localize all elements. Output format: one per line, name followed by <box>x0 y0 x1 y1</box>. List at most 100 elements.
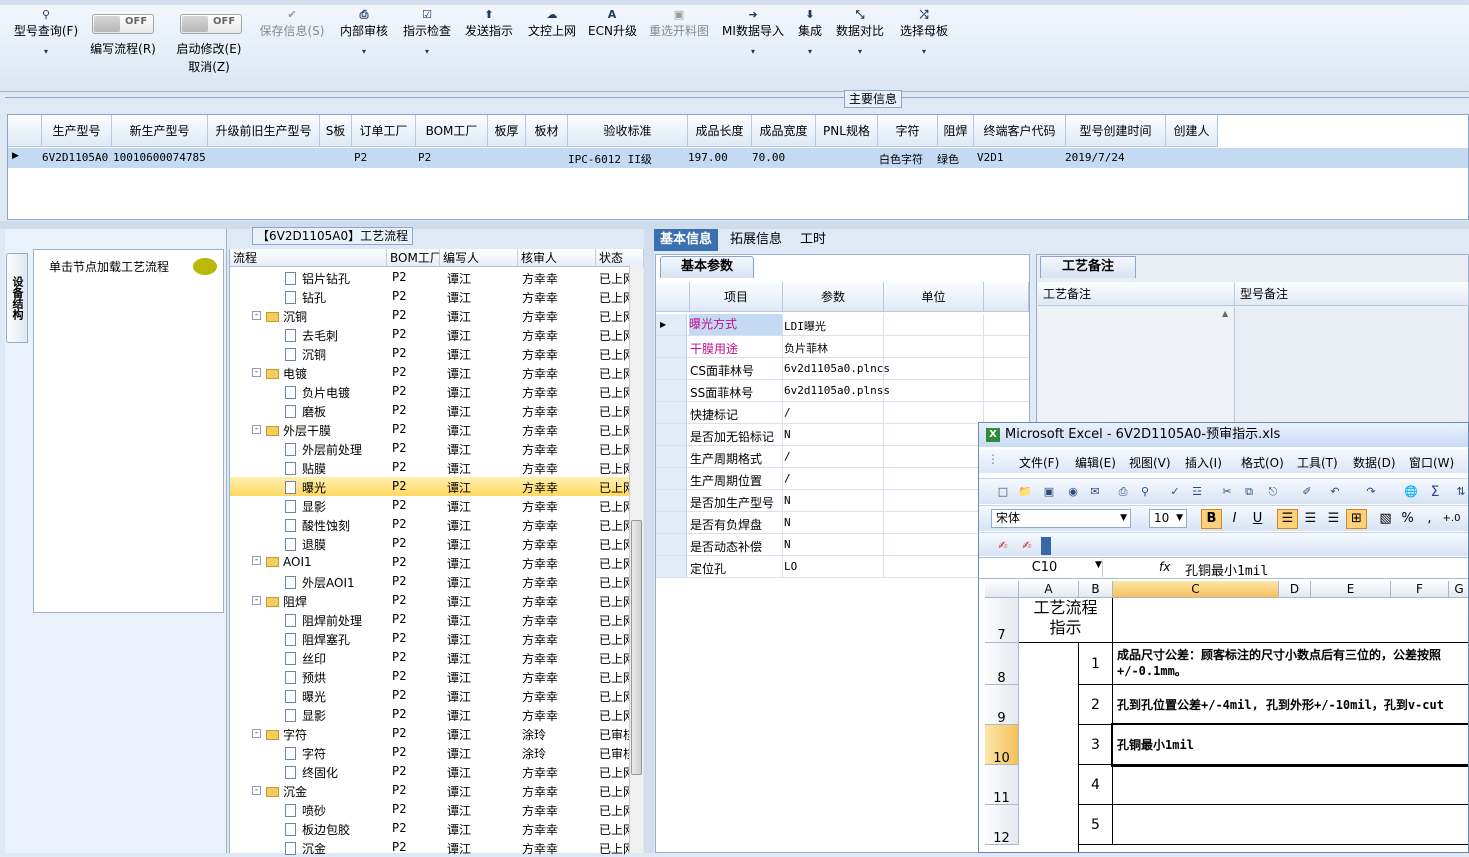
tree-node-label[interactable]: 负片电镀 <box>285 384 350 401</box>
col-header[interactable]: 型号创建时间 <box>1066 115 1166 147</box>
tree-row[interactable]: 沉金 P2 谭江 方幸幸 已上网 <box>230 838 630 857</box>
font-size-select[interactable]: 10 ▼ <box>1149 509 1187 528</box>
tree-row[interactable]: - 电镀 P2 谭江 方幸幸 已上网 <box>230 363 630 382</box>
start-modify-toggle[interactable]: OFF <box>180 14 242 34</box>
col-header-a[interactable]: A <box>1019 581 1079 598</box>
param-value[interactable]: / <box>784 450 791 463</box>
process-notes-field[interactable] <box>1038 307 1235 427</box>
scroll-up-icon[interactable]: ▲ <box>1222 309 1228 318</box>
col-header-e[interactable]: E <box>1311 581 1391 598</box>
col-header[interactable]: 生产型号 <box>42 115 112 147</box>
tree-node-label[interactable]: 预烘 <box>285 669 326 686</box>
italic-button[interactable]: I <box>1224 509 1245 529</box>
param-row[interactable]: 生产周期格式 / <box>656 446 1029 468</box>
collapse-icon[interactable]: - <box>252 729 261 738</box>
tree-row[interactable]: 外层前处理 P2 谭江 方幸幸 已上网 <box>230 439 630 458</box>
menu-insert[interactable]: 插入(I) <box>1185 454 1222 471</box>
tree-row[interactable]: - 外层干膜 P2 谭江 方幸幸 已上网 <box>230 420 630 439</box>
col-header-g[interactable]: G <box>1449 581 1468 598</box>
row-header[interactable]: 11 <box>985 765 1019 806</box>
cell[interactable]: 绿色 <box>937 151 959 167</box>
tree-node-label[interactable]: - AOI1 <box>252 555 312 569</box>
ecn-upgrade-button[interactable]: A ECN升级 <box>588 8 637 40</box>
collapse-icon[interactable]: - <box>252 556 261 565</box>
cell[interactable]: 10010600074785 <box>113 151 206 164</box>
col-header[interactable]: 终端客户代码 <box>974 115 1066 147</box>
row-header[interactable]: 9 <box>985 685 1019 726</box>
param-row[interactable]: 生产周期位置 / <box>656 468 1029 490</box>
save-icon[interactable]: ▣ <box>1041 484 1057 500</box>
tree-node-label[interactable]: 沉金 <box>285 840 326 857</box>
cell[interactable] <box>1019 643 1079 852</box>
paste-icon[interactable]: ⎋ <box>1265 484 1281 500</box>
main-info-grid[interactable]: 生产型号 新生产型号 升级前旧生产型号 S板 订单工厂 BOM工厂 板厚 板材 … <box>7 114 1469 220</box>
bold-button[interactable]: B <box>1201 509 1222 529</box>
open-icon[interactable]: 📁 <box>1017 484 1033 500</box>
instruction-text-cell[interactable] <box>1113 765 1468 805</box>
params-col-header[interactable]: 项目 <box>690 282 783 312</box>
col-header[interactable]: 创建人 <box>1166 115 1218 147</box>
research-icon[interactable]: ☲ <box>1189 484 1205 500</box>
params-col-header[interactable]: 单位 <box>884 282 984 312</box>
doc-control-online-button[interactable]: ☁ 文控上网 <box>526 8 578 40</box>
param-row[interactable]: ▶ 曝光方式 LDI曝光 <box>656 314 1029 336</box>
cell[interactable]: 197.00 <box>688 151 728 164</box>
tree-row[interactable]: 板边包胶 P2 谭江 方幸幸 已上网 <box>230 819 630 838</box>
col-header[interactable]: S板 <box>320 115 352 147</box>
currency-icon[interactable]: ▧ <box>1375 509 1396 529</box>
row-header[interactable]: 10 <box>985 725 1019 766</box>
autosum-icon[interactable]: Σ <box>1427 484 1443 500</box>
cell[interactable]: V2D1 <box>977 151 1004 164</box>
param-row[interactable]: 干膜用途 负片菲林 <box>656 336 1029 358</box>
param-value[interactable]: / <box>784 472 791 485</box>
col-header[interactable]: 成品宽度 <box>752 115 816 147</box>
pdf-icon[interactable]: ✍ <box>995 538 1011 554</box>
worksheet[interactable]: A B C D E F G 7 8 9 10 11 12 工艺流程指示 1 成品尺… <box>985 581 1468 852</box>
tree-node-label[interactable]: 钻孔 <box>285 289 326 306</box>
internal-review-button[interactable]: ⎙ 内部审核 ▾ <box>338 8 390 56</box>
row-header[interactable]: 8 <box>985 643 1019 686</box>
menu-format[interactable]: 格式(O) <box>1241 454 1284 471</box>
cell[interactable] <box>1113 598 1468 643</box>
tree-node-label[interactable]: 去毛刺 <box>285 327 338 344</box>
reselect-cutting-image-button[interactable]: ▣ 重选开料图 <box>646 8 712 40</box>
tree-col-header[interactable]: 编写人 <box>440 249 518 267</box>
collapse-icon[interactable]: - <box>252 368 261 377</box>
param-row[interactable]: 定位孔 LO <box>656 556 1029 578</box>
tree-row[interactable]: 字符 P2 谭江 涂玲 已审核 <box>230 743 630 762</box>
excel-window[interactable]: X Microsoft Excel - 6V2D1105A0-预审指示.xls … <box>978 422 1469 853</box>
cell[interactable]: IPC-6012 II级 <box>568 151 652 167</box>
tree-row[interactable]: 喷砂 P2 谭江 方幸幸 已上网 <box>230 800 630 819</box>
row-header[interactable]: 12 <box>985 805 1019 846</box>
tree-row[interactable]: 显影 P2 谭江 方幸幸 已上网 <box>230 705 630 724</box>
tree-row[interactable]: 酸性蚀刻 P2 谭江 方幸幸 已上网 <box>230 515 630 534</box>
param-value[interactable]: LDI曝光 <box>784 318 826 334</box>
param-value[interactable]: N <box>784 538 791 551</box>
tree-node-label[interactable]: 曝光 <box>285 688 326 705</box>
col-header[interactable]: 新生产型号 <box>112 115 208 147</box>
tree-node-label[interactable]: 终固化 <box>285 764 338 781</box>
pdf-mail-icon[interactable]: ✍ <box>1019 538 1035 554</box>
font-name-select[interactable]: 宋体 ▼ <box>991 509 1131 528</box>
permission-icon[interactable]: ◉ <box>1065 484 1081 500</box>
align-left-icon[interactable]: ☰ <box>1277 509 1298 529</box>
menu-window[interactable]: 窗口(W) <box>1409 454 1454 471</box>
col-header[interactable]: 阻焊 <box>938 115 974 147</box>
col-header-b[interactable]: B <box>1079 581 1113 598</box>
increase-decimal-icon[interactable]: +.0 <box>1441 509 1462 529</box>
copy-icon[interactable]: ⧉ <box>1241 484 1257 500</box>
name-box-dropdown-icon[interactable]: ▼ <box>1095 560 1102 570</box>
notes-col-header[interactable]: 工艺备注 <box>1038 282 1235 306</box>
tree-node-label[interactable]: 曝光 <box>285 479 326 496</box>
sort-icon[interactable]: ⇅ <box>1453 484 1468 500</box>
tree-node-label[interactable]: - 阻焊 <box>252 593 307 610</box>
tree-scrollbar[interactable] <box>629 265 643 853</box>
tree-node-label[interactable]: - 字符 <box>252 726 307 743</box>
instruction-text-cell[interactable]: 孔铜最小1mil <box>1111 723 1468 767</box>
excel-title-bar[interactable]: X Microsoft Excel - 6V2D1105A0-预审指示.xls <box>979 423 1468 447</box>
param-row[interactable]: 快捷标记 / <box>656 402 1029 424</box>
menu-file[interactable]: 文件(F) <box>1019 454 1059 471</box>
col-header[interactable]: 字符 <box>878 115 938 147</box>
col-header[interactable]: PNL规格 <box>816 115 878 147</box>
send-instruction-button[interactable]: ⬆ 发送指示 <box>463 8 515 40</box>
